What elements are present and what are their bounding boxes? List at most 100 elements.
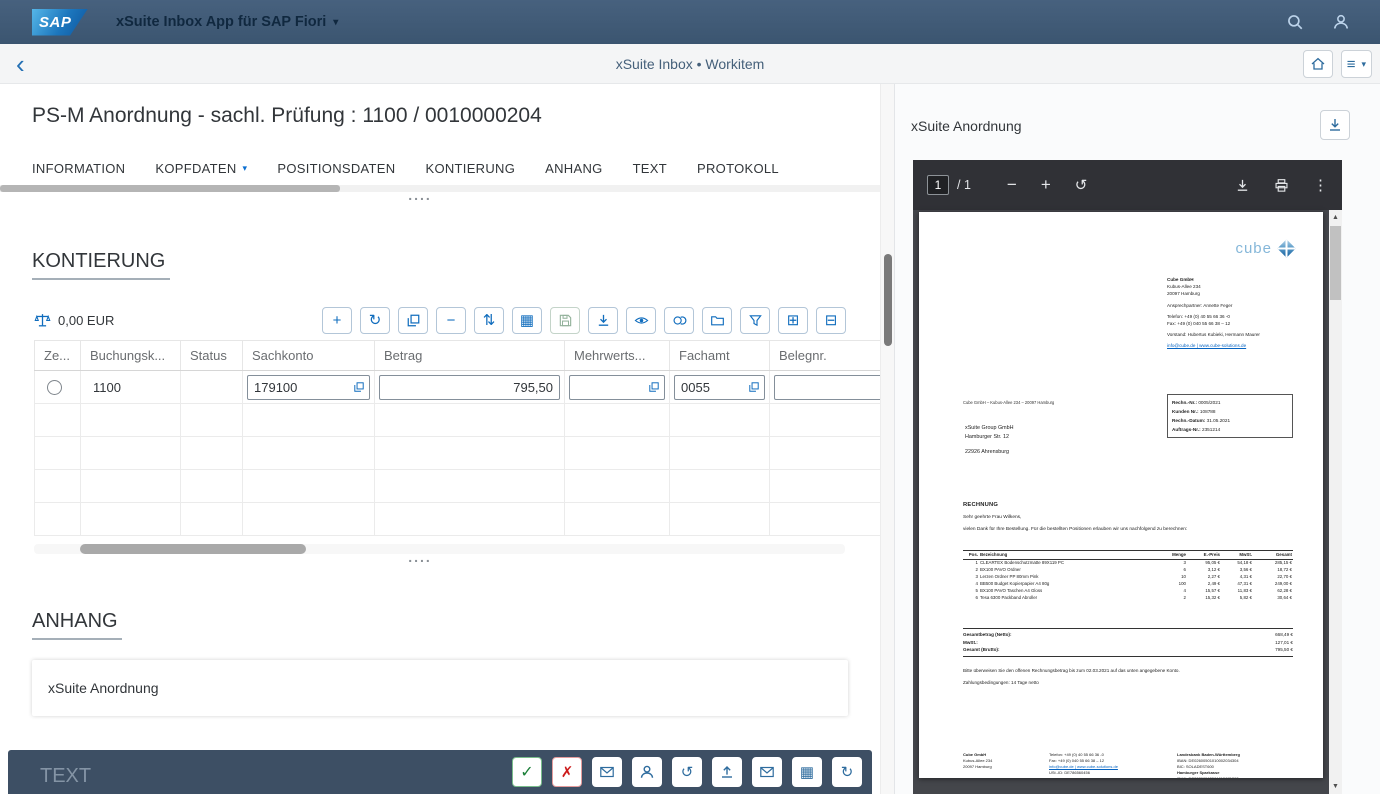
eye-icon	[634, 313, 649, 328]
expand-rows-button[interactable]: ⊞	[778, 306, 808, 334]
invoice-salutation: Sehr geehrte Frau Wilkens,	[963, 515, 1022, 520]
copy-template-button[interactable]	[702, 306, 732, 334]
column-header-mehrwertsteuer: Mehrwerts...	[564, 340, 670, 371]
value-help-icon[interactable]	[648, 381, 660, 393]
workitem-breadcrumb: xSuite Inbox • Workitem	[615, 55, 765, 72]
shell-actions	[1286, 13, 1350, 31]
check-icon: ✓	[520, 764, 534, 781]
recalculate-button[interactable]: ↻	[360, 306, 390, 334]
meta-label: Rechn.-Nr.:	[1172, 400, 1198, 405]
refresh-button[interactable]: ↻	[832, 757, 862, 787]
total-value: 668,49 €	[1275, 632, 1293, 637]
zoom-out-button[interactable]: −	[1007, 175, 1017, 195]
pdf-scrollbar[interactable]: ▲ ▼	[1329, 210, 1342, 794]
copy-row-button[interactable]	[398, 306, 428, 334]
table-row-empty	[34, 469, 880, 503]
filter-button[interactable]	[740, 306, 770, 334]
send-mail-button[interactable]	[752, 757, 782, 787]
tab-kontierung[interactable]: KONTIERUNG	[425, 161, 515, 188]
app-title-menu[interactable]: xSuite Inbox App für SAP Fiori ▾	[116, 14, 338, 30]
tab-kopfdaten[interactable]: KOPFDATEN ▾	[155, 161, 247, 188]
column-header-sachkonto: Sachkonto	[242, 340, 375, 371]
download-icon	[1235, 178, 1250, 193]
table-row-empty	[34, 502, 880, 536]
table-button[interactable]: ▦	[792, 757, 822, 787]
delete-row-button[interactable]: −	[436, 306, 466, 334]
sender-line: Cube GmbH – Kubus-Allee 234 – 20097 Hamb…	[963, 400, 1055, 405]
table-row: 1100	[34, 370, 880, 404]
column-header-fachamt: Fachamt	[669, 340, 770, 371]
inquiry-mail-button[interactable]	[592, 757, 622, 787]
invoice-company-block: Cube GmbH Kubus-Allee 234 20097 Hamburg …	[1167, 276, 1293, 350]
pdf-more-button[interactable]: ⋮	[1313, 176, 1328, 194]
tab-positionsdaten[interactable]: POSITIONSDATEN	[277, 161, 396, 188]
invoice-line: 3 Lerzen Ordner PP 80mm Pink 10 2,27 €4,31 …	[975, 574, 1292, 580]
items-col-vat: MwSt.	[1221, 550, 1253, 560]
subheader: ‹ xSuite Inbox • Workitem ≡ ▾	[0, 44, 1380, 84]
tab-anhang[interactable]: ANHANG	[545, 161, 602, 188]
currency-button[interactable]	[664, 306, 694, 334]
recipient-block: xSuite Group GmbH Hamburger Str. 12 2292…	[965, 424, 1014, 457]
pdf-print-button[interactable]	[1274, 178, 1289, 193]
folder-icon	[710, 313, 725, 328]
page-number-input[interactable]: 1	[927, 175, 949, 195]
sap-logo[interactable]: SAP	[32, 8, 88, 36]
pdf-body: cube Cube GmbH Kubus-Allee 234 20097 Ham…	[913, 210, 1342, 794]
kontierung-heading: KONTIERUNG	[32, 250, 170, 280]
meta-label: Rechn.-Datum:	[1172, 418, 1206, 423]
scrollbar-thumb[interactable]	[1330, 226, 1341, 300]
upload-button[interactable]	[712, 757, 742, 787]
company-city: 20097 Hamburg	[1167, 291, 1200, 297]
tab-text[interactable]: TEXT	[633, 161, 667, 188]
forward-user-button[interactable]	[632, 757, 662, 787]
sap-logo-text: SAP	[39, 13, 72, 31]
vertical-scrollbar[interactable]	[880, 84, 894, 794]
scroll-up-icon[interactable]: ▲	[1329, 214, 1342, 221]
reject-button[interactable]: ✗	[552, 757, 582, 787]
search-icon[interactable]	[1286, 13, 1304, 31]
zoom-in-button[interactable]: +	[1041, 175, 1051, 195]
pdf-download-button[interactable]	[1235, 178, 1250, 193]
meta-value: 31.05.2021	[1206, 418, 1231, 423]
funnel-icon	[748, 313, 763, 328]
cross-icon: ✗	[560, 764, 574, 781]
save-template-button[interactable]	[550, 306, 580, 334]
betrag-input[interactable]	[379, 374, 560, 400]
approve-button[interactable]: ✓	[512, 757, 542, 787]
split-icon: ⇅	[482, 311, 496, 329]
row-select-radio[interactable]	[47, 380, 62, 396]
menu-button[interactable]: ≡ ▾	[1340, 50, 1372, 78]
table-view-button[interactable]: ▦	[512, 306, 542, 334]
display-button[interactable]	[626, 306, 656, 334]
tab-protokoll[interactable]: PROTOKOLL	[697, 161, 779, 188]
home-button[interactable]	[1302, 50, 1333, 78]
attachment-item[interactable]: xSuite Anordnung	[32, 660, 848, 716]
section-resize-grip[interactable]: ....	[0, 550, 840, 564]
company-fax: Fax: +49 (0) 040 55 66 38 – 12	[1167, 321, 1231, 327]
add-row-button[interactable]: +	[322, 306, 352, 334]
plus-icon: +	[332, 311, 342, 329]
belegnr-input[interactable]	[774, 374, 880, 400]
status-cell	[180, 370, 243, 404]
attachment-viewer-panel: xSuite Anordnung 1 / 1 − + ↺ ⋮ cube Cube…	[894, 84, 1380, 794]
upload-icon	[719, 764, 735, 780]
user-icon[interactable]	[1332, 13, 1350, 31]
section-resize-grip[interactable]: ....	[0, 188, 840, 202]
collapse-rows-button[interactable]: ⊟	[816, 306, 846, 334]
download-attachment-button[interactable]	[1320, 110, 1350, 140]
scrollbar-thumb[interactable]	[884, 254, 892, 346]
scroll-down-icon[interactable]: ▼	[1329, 783, 1342, 790]
export-button[interactable]	[588, 306, 618, 334]
chevron-down-icon: ▾	[242, 163, 248, 173]
page-count-label: / 1	[957, 178, 971, 192]
rotate-button[interactable]: ↺	[1075, 176, 1088, 194]
copy-icon	[406, 313, 421, 328]
send-back-button[interactable]: ↺	[672, 757, 702, 787]
value-help-icon[interactable]	[353, 381, 365, 393]
distribute-button[interactable]: ⇅	[474, 306, 504, 334]
tab-information[interactable]: INFORMATION	[32, 161, 125, 188]
value-help-icon[interactable]	[748, 381, 760, 393]
chevron-down-icon: ▾	[333, 16, 339, 28]
sachkonto-input[interactable]	[247, 374, 370, 400]
column-header-status: Status	[180, 340, 243, 371]
